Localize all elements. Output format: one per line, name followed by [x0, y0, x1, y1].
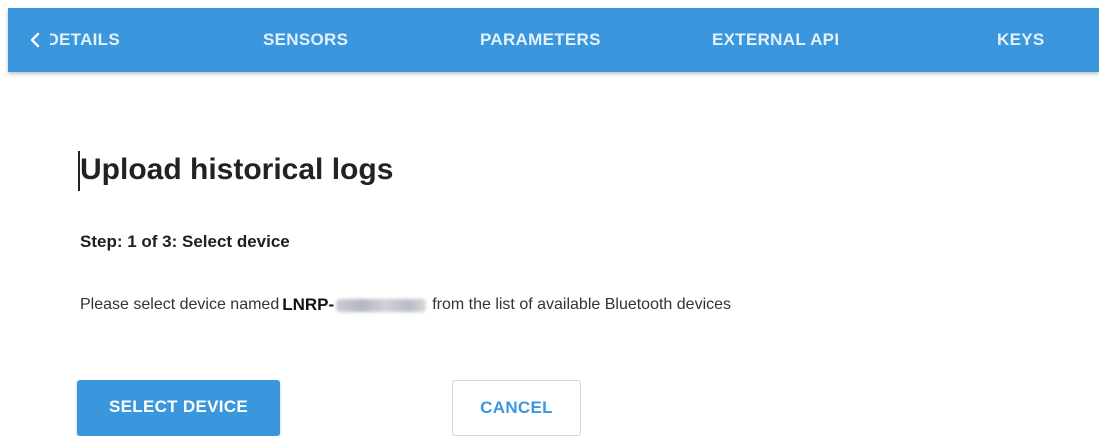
- tab-parameters-label: PARAMETERS: [480, 30, 601, 49]
- device-name: LNRP-: [282, 295, 335, 314]
- tabs-scroll-back-button[interactable]: [20, 8, 50, 72]
- tab-details-label: DETAILS: [50, 30, 120, 49]
- tab-parameters[interactable]: PARAMETERS: [480, 8, 601, 72]
- tab-keys[interactable]: KEYS: [997, 8, 1045, 72]
- cancel-button[interactable]: CANCEL: [452, 380, 581, 436]
- step-indicator: Step: 1 of 3: Select device: [80, 232, 290, 251]
- instruction-text: Please select device named LNRP- from th…: [80, 295, 731, 315]
- tab-external-api[interactable]: EXTERNAL API: [712, 8, 839, 72]
- redacted-serial: [336, 298, 427, 312]
- instruction-prefix: Please select device named: [80, 296, 280, 313]
- chevron-left-icon: [30, 32, 40, 48]
- tab-bar: DETAILS SENSORS PARAMETERS EXTERNAL API …: [8, 8, 1099, 72]
- instruction-suffix: from the list of available Bluetooth dev…: [432, 296, 732, 313]
- select-device-button[interactable]: SELECT DEVICE: [77, 380, 280, 436]
- tab-external-api-label: EXTERNAL API: [712, 30, 840, 49]
- tab-keys-label: KEYS: [997, 30, 1045, 49]
- tab-sensors[interactable]: SENSORS: [263, 8, 348, 72]
- tab-details[interactable]: DETAILS: [50, 8, 120, 72]
- tab-sensors-label: SENSORS: [263, 30, 349, 49]
- page-title: Upload historical logs: [80, 153, 394, 186]
